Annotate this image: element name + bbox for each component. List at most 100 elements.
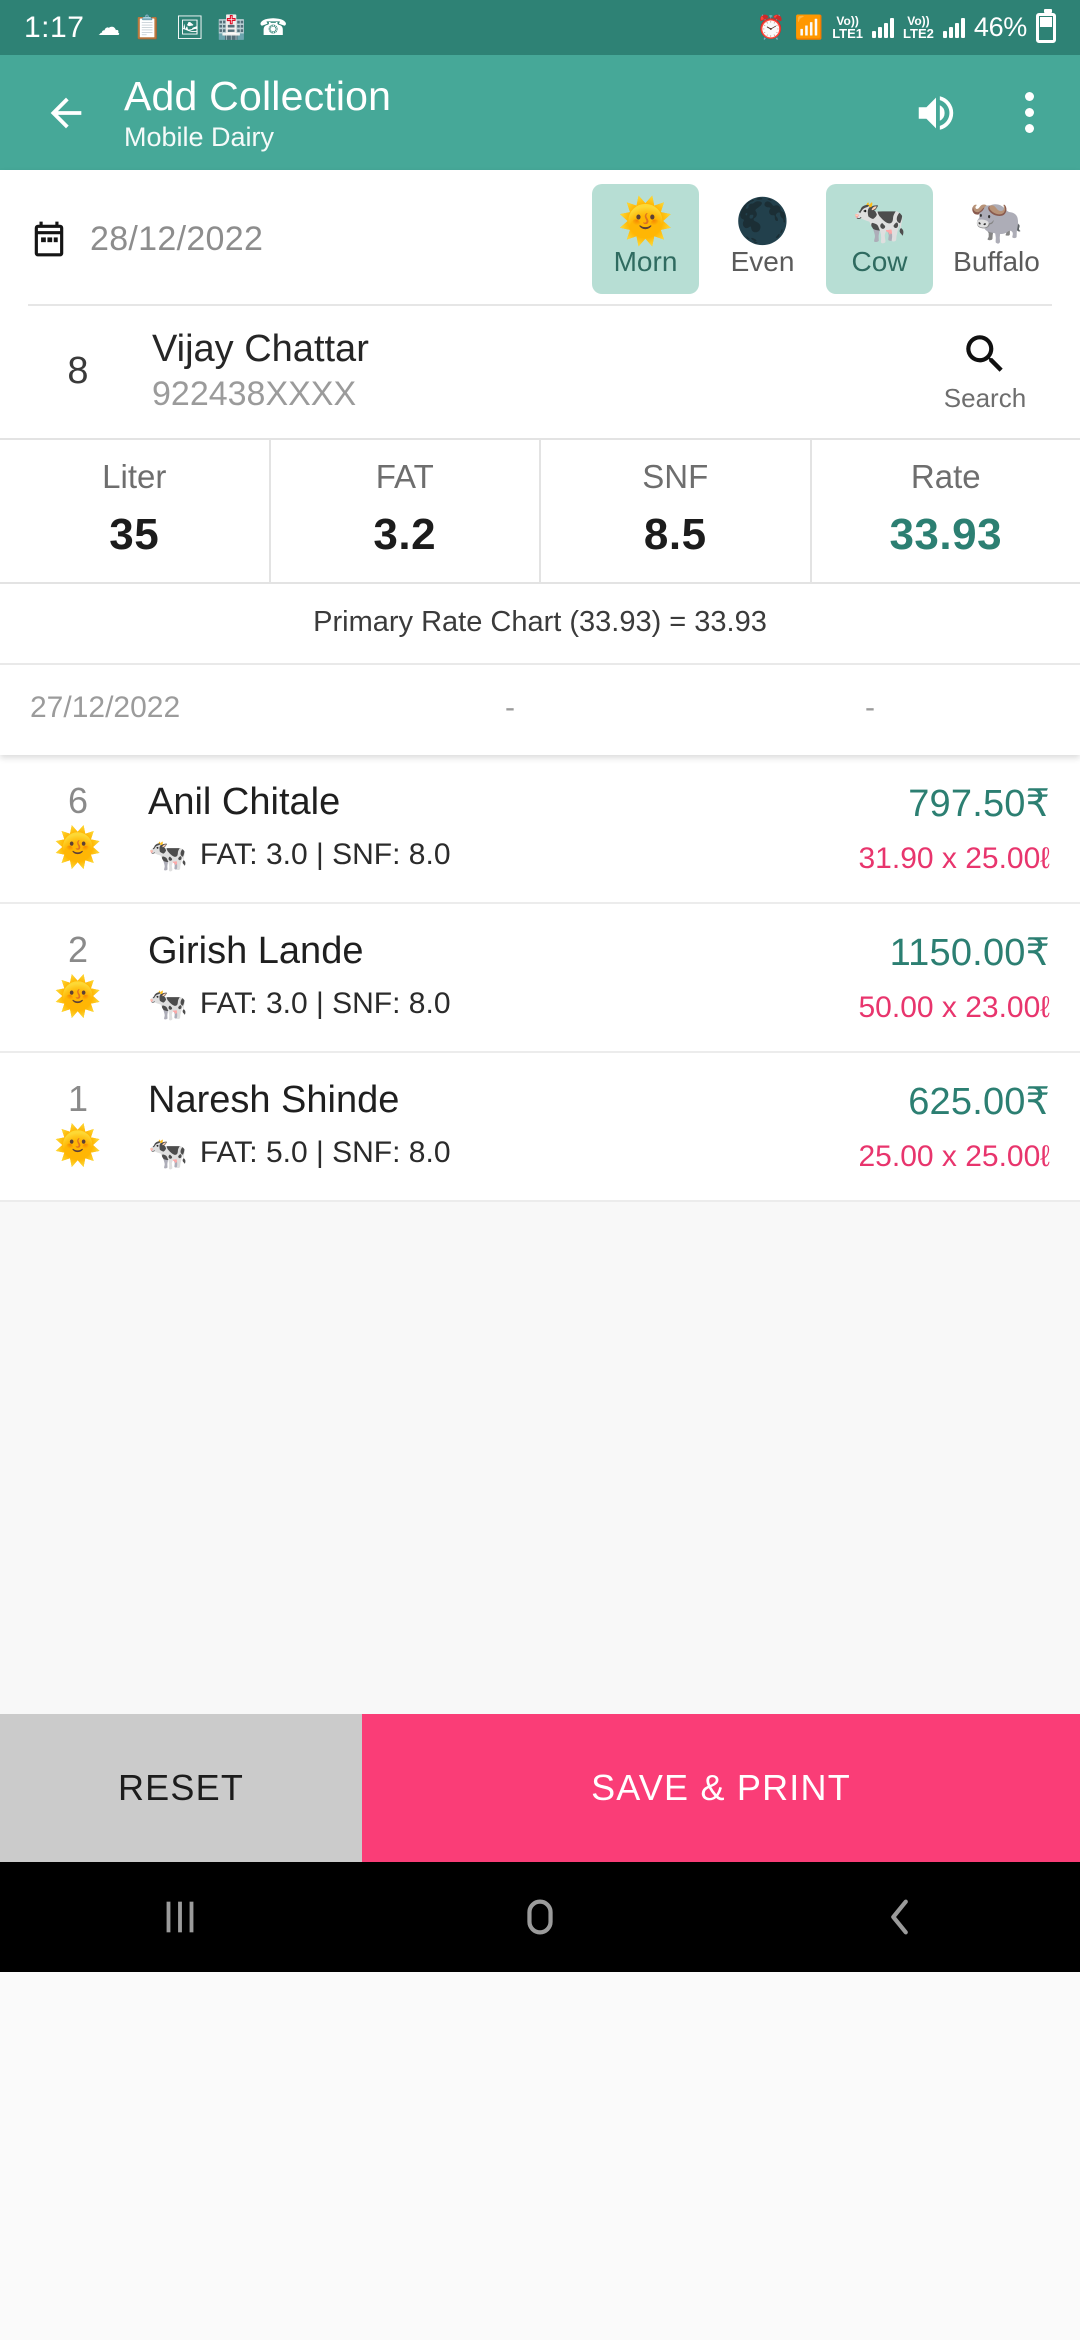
collection-calculation: 31.90 x 25.00ℓ	[858, 842, 1050, 875]
status-bar: 1:17 ☁ 📋 🖼 🏥 ☎ ⏰ 📶 Vo)) LTE1 Vo)) LTE2 4…	[0, 0, 1080, 55]
collection-quality-text: FAT: 3.0 | SNF: 8.0	[199, 838, 451, 871]
collection-row-left: 2 🌞	[30, 928, 126, 1018]
cow-icon: 🐄	[148, 986, 188, 1022]
metric-fat[interactable]: FAT 3.2	[271, 440, 541, 582]
page-title: Add Collection	[124, 72, 392, 119]
collection-row-middle: Naresh Shinde 🐄 FAT: 5.0 | SNF: 8.0	[148, 1077, 858, 1170]
entry-card: 28/12/2022 🌞 Morn 🌑 Even 🐄 Cow 🐃 Buffalo…	[0, 170, 1080, 755]
empty-space	[0, 1202, 1080, 1714]
collection-farmer-name: Anil Chitale	[148, 781, 341, 823]
metric-liter-label: Liter	[102, 458, 167, 495]
sim1-lte-label: LTE1	[832, 26, 864, 41]
cow-icon: 🐄	[148, 837, 188, 873]
search-button[interactable]: Search	[920, 329, 1050, 414]
sim1-signal-bars	[872, 17, 895, 38]
sim1-indicator: Vo)) LTE1	[832, 15, 863, 40]
collection-row-right: 1150.00₹ 50.00 x 23.00ℓ	[858, 928, 1050, 1025]
metric-fat-label: FAT	[375, 458, 434, 495]
phone-icon: ☎	[258, 14, 288, 40]
more-vertical-icon	[1025, 92, 1034, 101]
metric-fat-value: 3.2	[373, 510, 437, 559]
collection-quality-text: FAT: 5.0 | SNF: 8.0	[199, 1136, 451, 1169]
bottom-actions: RESET SAVE & PRINT	[0, 1714, 1080, 1862]
collection-row-middle: Anil Chitale 🐄 FAT: 3.0 | SNF: 8.0	[148, 779, 858, 872]
cow-icon: 🐄	[148, 1135, 188, 1171]
metric-snf[interactable]: SNF 8.5	[541, 440, 812, 582]
collection-row-right: 625.00₹ 25.00 x 25.00ℓ	[858, 1077, 1050, 1174]
metric-liter-value: 35	[109, 510, 160, 559]
collection-row[interactable]: 1 🌞 Naresh Shinde 🐄 FAT: 5.0 | SNF: 8.0 …	[0, 1053, 1080, 1202]
back-button[interactable]	[30, 77, 102, 149]
overflow-menu-button[interactable]	[1009, 82, 1050, 143]
metric-rate-value: 33.93	[889, 510, 1003, 559]
android-nav-bar	[0, 1862, 1080, 1972]
chip-shift-morning-label: Morn	[613, 246, 678, 277]
previous-date: 27/12/2022	[30, 691, 181, 724]
metric-liter[interactable]: Liter 35	[0, 440, 271, 582]
collection-list: 6 🌞 Anil Chitale 🐄 FAT: 3.0 | SNF: 8.0 7…	[0, 755, 1080, 1202]
date-picker[interactable]: 28/12/2022	[30, 220, 263, 259]
chip-animal-buffalo-label: Buffalo	[953, 246, 1040, 277]
collection-code: 1	[67, 1078, 89, 1119]
sim2-signal-bars	[942, 17, 965, 38]
collection-quality: 🐄 FAT: 5.0 | SNF: 8.0	[148, 1136, 858, 1170]
collection-row-middle: Girish Lande 🐄 FAT: 3.0 | SNF: 8.0	[148, 928, 858, 1021]
previous-entry-row: 27/12/2022 - -	[0, 665, 1080, 755]
chip-animal-cow[interactable]: 🐄 Cow	[826, 184, 933, 294]
metrics-grid: Liter 35 FAT 3.2 SNF 8.5 Rate 33.93	[0, 438, 1080, 584]
collection-row-right: 797.50₹ 31.90 x 25.00ℓ	[858, 779, 1050, 876]
collection-row[interactable]: 2 🌞 Girish Lande 🐄 FAT: 3.0 | SNF: 8.0 1…	[0, 904, 1080, 1053]
sim2-indicator: Vo)) LTE2	[903, 15, 934, 40]
collection-quality: 🐄 FAT: 3.0 | SNF: 8.0	[148, 987, 858, 1021]
wifi-icon: 📶	[794, 14, 824, 40]
status-time: 1:17	[24, 10, 85, 44]
chip-shift-evening[interactable]: 🌑 Even	[709, 184, 816, 294]
app-bar-titles: Add Collection Mobile Dairy	[124, 73, 913, 153]
back-button-nav[interactable]	[810, 1862, 990, 1972]
sun-icon: 🌞	[618, 197, 673, 246]
collection-calculation: 25.00 x 25.00ℓ	[858, 1140, 1050, 1173]
sim2-lte-label: LTE2	[903, 26, 934, 41]
selected-date: 28/12/2022	[90, 219, 264, 258]
health-icon: 🏥	[217, 14, 246, 40]
shift-animal-chips: 🌞 Morn 🌑 Even 🐄 Cow 🐃 Buffalo	[592, 184, 1050, 294]
collection-farmer-name: Girish Lande	[148, 930, 364, 972]
note-check-icon: 📋	[133, 14, 163, 40]
image-icon: 🖼	[175, 14, 205, 40]
collection-amount: 797.50₹	[908, 783, 1050, 825]
reset-button[interactable]: RESET	[0, 1714, 362, 1862]
home-button[interactable]	[450, 1862, 630, 1972]
alarm-icon: ⏰	[756, 14, 786, 40]
search-icon	[966, 334, 1003, 372]
calendar-icon	[30, 220, 68, 258]
collection-row-left: 1 🌞	[30, 1077, 126, 1166]
app-bar: Add Collection Mobile Dairy	[0, 55, 1080, 170]
collection-farmer-name: Naresh Shinde	[148, 1079, 400, 1121]
page-subtitle: Mobile Dairy	[124, 121, 275, 152]
collection-quality: 🐄 FAT: 3.0 | SNF: 8.0	[148, 838, 858, 872]
collection-code: 6	[67, 780, 89, 821]
volume-up-button[interactable]	[913, 90, 959, 136]
save-and-print-button[interactable]: SAVE & PRINT	[362, 1714, 1080, 1862]
farmer-name: Vijay Chattar	[152, 328, 369, 370]
collection-row[interactable]: 6 🌞 Anil Chitale 🐄 FAT: 3.0 | SNF: 8.0 7…	[0, 755, 1080, 904]
volume-up-icon	[918, 95, 954, 130]
farmer-row: 8 Vijay Chattar 922438XXXX Search	[0, 306, 1080, 438]
collection-calculation: 50.00 x 23.00ℓ	[858, 991, 1050, 1024]
search-label: Search	[943, 382, 1027, 413]
farmer-info[interactable]: Vijay Chattar 922438XXXX	[152, 328, 920, 414]
collection-amount: 625.00₹	[908, 1081, 1050, 1123]
farmer-phone: 922438XXXX	[152, 375, 357, 413]
home-icon	[527, 1899, 553, 1935]
metric-rate[interactable]: Rate 33.93	[812, 440, 1080, 582]
arrow-left-icon	[50, 97, 82, 128]
chip-shift-morning[interactable]: 🌞 Morn	[592, 184, 699, 294]
chip-animal-buffalo[interactable]: 🐃 Buffalo	[943, 184, 1050, 294]
sun-icon: 🌞	[54, 976, 102, 1018]
status-bar-left: 1:17 ☁ 📋 🖼 🏥 ☎	[24, 11, 288, 45]
metric-snf-value: 8.5	[643, 510, 707, 559]
recent-apps-button[interactable]	[90, 1862, 270, 1972]
chip-shift-evening-label: Even	[730, 246, 795, 277]
chip-animal-cow-label: Cow	[851, 246, 908, 277]
rate-chart-note: Primary Rate Chart (33.93) = 33.93	[0, 584, 1080, 665]
